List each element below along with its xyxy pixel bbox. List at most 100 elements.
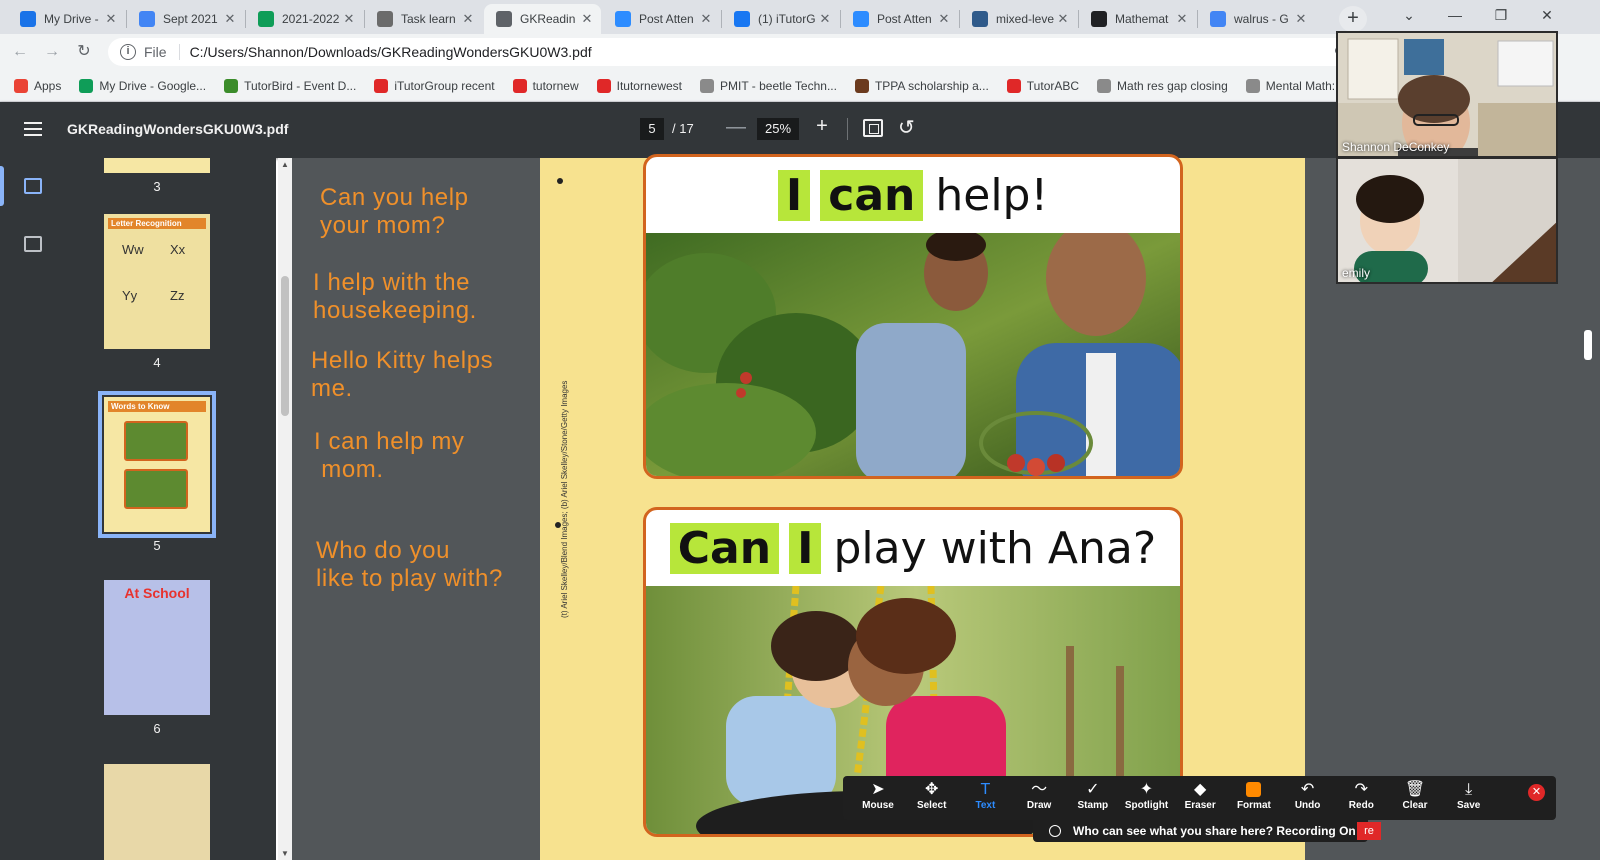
- annotation-redo-button[interactable]: ↷ Redo: [1334, 780, 1388, 811]
- browser-tab[interactable]: Task learn ✕: [365, 4, 482, 34]
- annotation-note[interactable]: Who do you like to play with?: [316, 537, 503, 593]
- close-tab-icon[interactable]: ✕: [1293, 11, 1309, 27]
- annotation-save-button[interactable]: ⤓ Save: [1442, 780, 1496, 811]
- tab-title: 2021-2022: [282, 12, 340, 26]
- forward-arrow-icon[interactable]: →: [38, 38, 66, 66]
- browser-tab[interactable]: 2021-2022 ✕: [246, 4, 363, 34]
- page-thumbnail[interactable]: At School: [104, 580, 210, 715]
- browser-tab[interactable]: mixed-leve ✕: [960, 4, 1077, 34]
- reload-icon[interactable]: ↻: [70, 38, 98, 66]
- recording-badge[interactable]: re: [1357, 822, 1381, 840]
- bookmark-item[interactable]: My Drive - Google...: [79, 78, 206, 93]
- video-tile-emily[interactable]: emily: [1336, 157, 1558, 284]
- tab-title: Mathemat: [1115, 12, 1169, 26]
- minimize-icon[interactable]: —: [1432, 0, 1478, 34]
- annotation-notes-area: Can you help your mom? I help with the h…: [294, 158, 540, 860]
- page-number-input[interactable]: 5: [640, 118, 664, 140]
- annotation-note[interactable]: I help with the housekeeping.: [313, 269, 477, 325]
- browser-tab[interactable]: My Drive - ✕: [8, 4, 125, 34]
- rotate-icon[interactable]: ↺: [898, 115, 915, 140]
- annotation-clear-button[interactable]: 🗑 Clear: [1388, 780, 1442, 811]
- annotation-draw-button[interactable]: 〜 Draw: [1012, 780, 1066, 811]
- annotation-text-button[interactable]: T Text: [958, 780, 1012, 811]
- scroll-down-icon[interactable]: ▼: [281, 849, 289, 858]
- sidebar-active-indicator: [0, 166, 4, 206]
- close-tab-icon[interactable]: ✕: [103, 11, 119, 27]
- annotation-eraser-button[interactable]: ◆ Eraser: [1173, 780, 1227, 811]
- back-arrow-icon[interactable]: ←: [6, 38, 34, 66]
- close-annotation-icon[interactable]: ✕: [1528, 784, 1545, 801]
- browser-tab[interactable]: Mathemat ✕: [1079, 4, 1196, 34]
- close-tab-icon[interactable]: ✕: [817, 11, 833, 27]
- page-thumbnail[interactable]: [104, 764, 210, 860]
- thumbnail-page-number: 6: [153, 721, 161, 736]
- browser-tab[interactable]: Post Atten ✕: [841, 4, 958, 34]
- bookmark-item[interactable]: TutorABC: [1006, 78, 1079, 93]
- video-tile-shannon[interactable]: Shannon DeConkey: [1336, 31, 1558, 158]
- close-tab-icon[interactable]: ✕: [579, 11, 595, 27]
- new-tab-icon[interactable]: +: [1339, 6, 1367, 32]
- browser-tab[interactable]: GKReadin ✕: [484, 4, 601, 34]
- thumbnails-icon[interactable]: [24, 178, 42, 194]
- menu-icon[interactable]: [24, 122, 42, 136]
- zoom-level-input[interactable]: 25%: [757, 118, 799, 140]
- browser-tab[interactable]: Sept 2021 ✕: [127, 4, 244, 34]
- annotation-stamp-button[interactable]: ✓ Stamp: [1066, 780, 1120, 811]
- restore-icon[interactable]: ❐: [1478, 0, 1524, 34]
- pdf-sidebar: [0, 158, 66, 860]
- address-bar[interactable]: i File C:/Users/Shannon/Downloads/GKRead…: [108, 38, 1356, 66]
- bookmark-item[interactable]: Math res gap closing: [1097, 78, 1228, 93]
- card-sentence: I can help!: [646, 157, 1180, 233]
- thumbnail-card: [124, 421, 188, 461]
- close-tab-icon[interactable]: ✕: [460, 11, 476, 27]
- annotation-undo-button[interactable]: ↶ Undo: [1281, 780, 1335, 811]
- browser-tab[interactable]: Post Atten ✕: [603, 4, 720, 34]
- url-divider: [178, 44, 180, 60]
- bookmark-item[interactable]: TutorBird - Event D...: [224, 78, 356, 93]
- screen: My Drive - ✕ Sept 2021 ✕ 2021-2022 ✕ Task lear…: [0, 0, 1600, 860]
- close-tab-icon[interactable]: ✕: [698, 11, 714, 27]
- annotation-format-button[interactable]: Format: [1227, 780, 1281, 811]
- annotation-note[interactable]: Hello Kitty helps me.: [311, 347, 493, 403]
- url-text[interactable]: C:/Users/Shannon/Downloads/GKReadingWond…: [190, 44, 592, 60]
- close-tab-icon[interactable]: ✕: [936, 11, 952, 27]
- zoom-in-icon[interactable]: +: [811, 115, 833, 138]
- page-thumbnail[interactable]: Letter Recognition Ww Xx Yy Zz: [104, 214, 210, 349]
- bookmark-item[interactable]: tutornew: [512, 78, 579, 93]
- annotation-button-label: Stamp: [1077, 800, 1109, 811]
- close-window-icon[interactable]: ✕: [1524, 0, 1570, 34]
- annotation-spotlight-button[interactable]: ✦ Spotlight: [1120, 780, 1174, 811]
- bookmark-item[interactable]: Mental Math: C: [1245, 78, 1347, 93]
- site-info-icon[interactable]: i: [120, 44, 136, 60]
- outline-list-icon[interactable]: [24, 236, 42, 252]
- annotation-mouse-button[interactable]: ➤ Mouse: [851, 780, 905, 811]
- tab-search-chevron-icon[interactable]: ⌄: [1386, 0, 1432, 34]
- page-thumbnail[interactable]: Words to Know: [98, 391, 216, 538]
- close-tab-icon[interactable]: ✕: [222, 11, 238, 27]
- tab-separator: [721, 10, 722, 28]
- bookmark-item[interactable]: iTutorGroup recent: [374, 78, 495, 93]
- annotation-note[interactable]: Can you help your mom?: [320, 184, 469, 240]
- bookmark-item[interactable]: Apps: [14, 78, 61, 93]
- browser-tab[interactable]: (1) iTutorG ✕: [722, 4, 839, 34]
- thumbnail-scrollbar[interactable]: ▲ ▼: [278, 158, 292, 860]
- tutorbird-icon: [224, 78, 239, 93]
- page-thumbnail[interactable]: [104, 158, 210, 173]
- bookmark-item[interactable]: PMIT - beetle Techn...: [700, 78, 837, 93]
- bookmark-item[interactable]: Itutornewest: [596, 78, 682, 93]
- participant-name: Shannon DeConkey: [1342, 140, 1450, 154]
- share-notice-bar[interactable]: Who can see what you share here? Recordi…: [1033, 820, 1368, 842]
- scrollbar-thumb[interactable]: [281, 276, 289, 416]
- sentence-rest: play with Ana?: [833, 522, 1157, 574]
- browser-tab[interactable]: walrus - G ✕: [1198, 4, 1315, 34]
- zoom-out-icon[interactable]: —: [725, 116, 747, 139]
- annotation-select-button[interactable]: ✥ Select: [905, 780, 959, 811]
- bookmark-item[interactable]: TPPA scholarship a...: [854, 78, 989, 93]
- close-tab-icon[interactable]: ✕: [1055, 11, 1071, 27]
- page-scroll-thumb[interactable]: [1584, 330, 1592, 360]
- fit-to-page-icon[interactable]: [863, 119, 883, 137]
- close-tab-icon[interactable]: ✕: [341, 11, 357, 27]
- close-tab-icon[interactable]: ✕: [1174, 11, 1190, 27]
- annotation-note[interactable]: I can help my mom.: [314, 428, 465, 484]
- scroll-up-icon[interactable]: ▲: [281, 160, 289, 169]
